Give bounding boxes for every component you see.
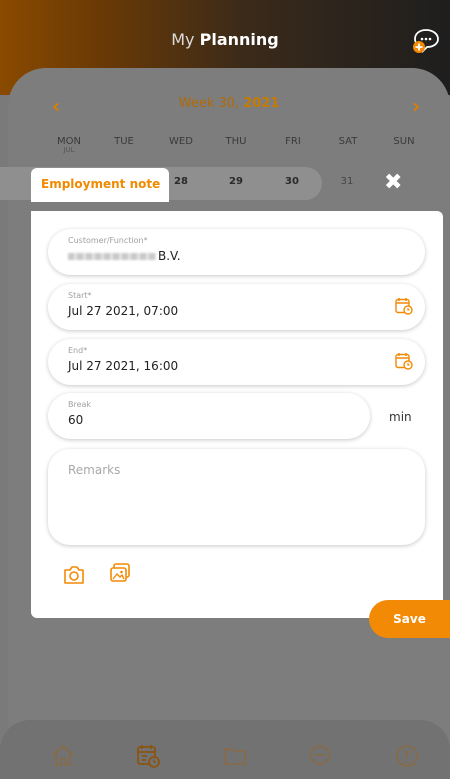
chat-add-icon[interactable] (412, 28, 440, 54)
customer-function-field[interactable]: Customer/Function* B.V. (48, 229, 425, 275)
date-31[interactable]: 31 (327, 176, 367, 187)
customer-function-value: B.V. (68, 249, 181, 263)
week-prefix: Week 30, (178, 96, 240, 111)
folder-icon[interactable] (222, 743, 248, 769)
bottom-nav (0, 720, 450, 779)
end-label: End* (68, 346, 88, 355)
day-month: JUL (63, 146, 75, 154)
chat-icon[interactable] (307, 743, 333, 769)
calendar-clock-icon[interactable] (395, 352, 413, 370)
home-icon[interactable] (50, 743, 76, 769)
break-field[interactable]: Break 60 (48, 393, 370, 439)
day-tue[interactable]: TUE (98, 136, 150, 147)
start-field[interactable]: Start* Jul 27 2021, 07:00 (48, 284, 425, 330)
date-30[interactable]: 30 (272, 176, 312, 187)
calendar-clock-icon[interactable] (395, 297, 413, 315)
day-mon[interactable]: MON JUL (43, 136, 95, 154)
weekday-row: MON JUL TUE WED THU FRI SAT SUN (38, 136, 442, 160)
day-name: SUN (393, 136, 415, 147)
start-value: Jul 27 2021, 07:00 (68, 304, 179, 318)
break-label: Break (68, 400, 92, 409)
day-name: WED (169, 136, 193, 147)
save-button[interactable]: Save (369, 600, 450, 638)
remarks-textarea[interactable]: Remarks (48, 449, 425, 545)
gallery-icon[interactable] (109, 562, 131, 584)
day-sat[interactable]: SAT (322, 136, 374, 147)
day-name: TUE (114, 136, 134, 147)
day-sun[interactable]: SUN (378, 136, 430, 147)
title-prefix: My (171, 30, 195, 49)
week-label: Week 30, 2021 (8, 96, 450, 111)
day-name: FRI (285, 136, 301, 147)
end-value: Jul 27 2021, 16:00 (68, 359, 179, 373)
customer-suffix: B.V. (158, 249, 181, 263)
close-icon[interactable]: ✖ (384, 171, 408, 195)
planning-icon[interactable] (135, 743, 161, 769)
redacted-text (68, 253, 156, 260)
customer-function-label: Customer/Function* (68, 236, 148, 245)
page-title: My Planning (0, 30, 450, 49)
week-year: 2021 (243, 96, 280, 111)
break-unit: min (389, 410, 412, 424)
remarks-placeholder: Remarks (68, 463, 121, 477)
break-value: 60 (68, 413, 84, 427)
day-name: SAT (338, 136, 358, 147)
day-fri[interactable]: FRI (267, 136, 319, 147)
day-wed[interactable]: WED (155, 136, 207, 147)
employment-note-modal: Customer/Function* B.V. Start* Jul 27 20… (31, 211, 443, 618)
info-icon[interactable] (394, 743, 420, 769)
start-label: Start* (68, 291, 92, 300)
next-week-button[interactable]: › (412, 94, 420, 118)
employment-note-tab: Employment note (31, 168, 169, 202)
day-name: THU (225, 136, 247, 147)
title-bold: Planning (199, 30, 279, 49)
week-navigator: ‹ Week 30, 2021 › (8, 92, 450, 118)
day-thu[interactable]: THU (210, 136, 262, 147)
date-29[interactable]: 29 (216, 176, 256, 187)
camera-icon[interactable] (63, 565, 85, 585)
end-field[interactable]: End* Jul 27 2021, 16:00 (48, 339, 425, 385)
